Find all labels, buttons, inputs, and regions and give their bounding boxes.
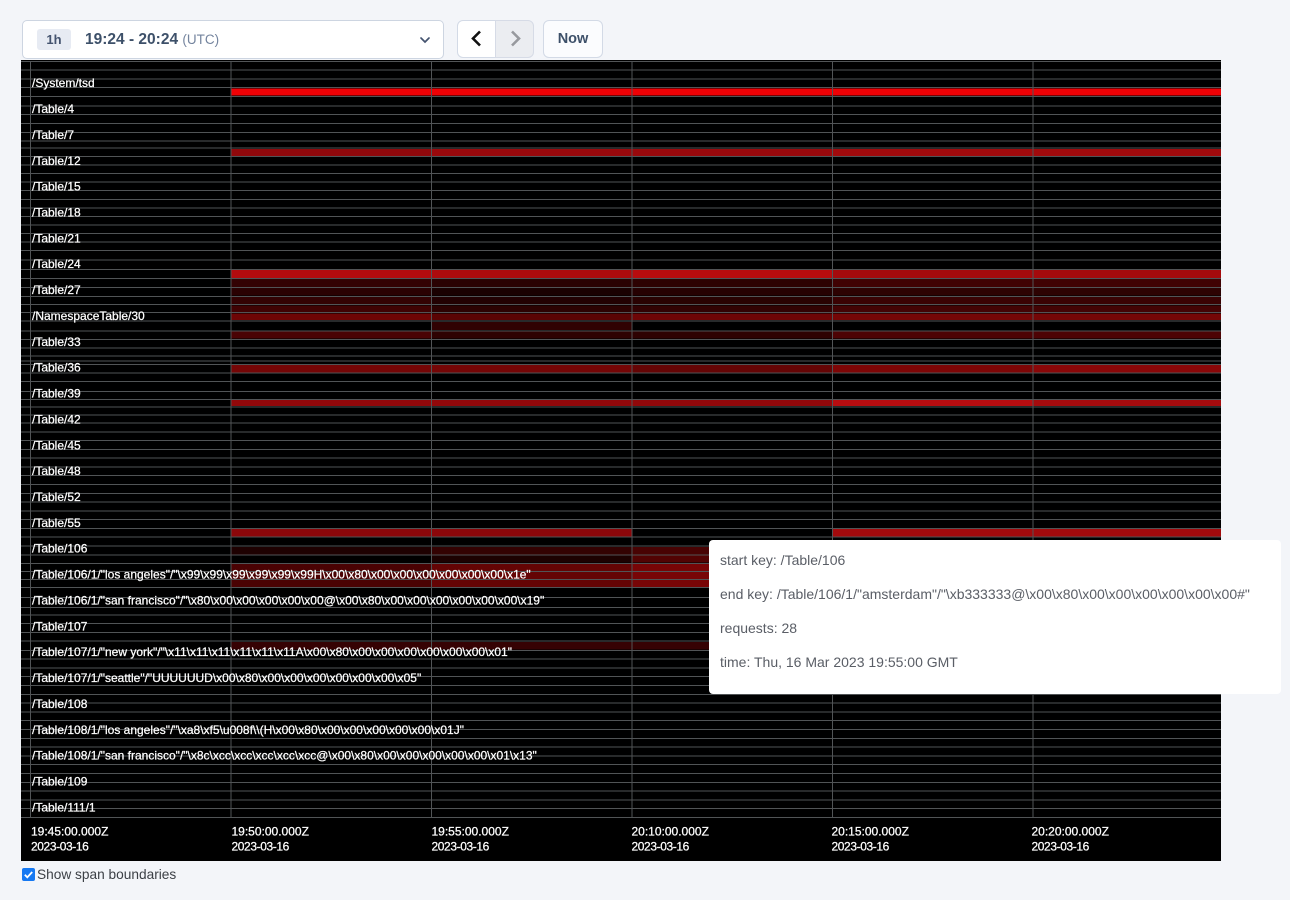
svg-text:20:15:00.000Z: 20:15:00.000Z (832, 825, 909, 839)
svg-text:20:20:00.000Z: 20:20:00.000Z (1032, 825, 1109, 839)
svg-text:/System/tsd: /System/tsd (32, 76, 95, 90)
svg-text:19:55:00.000Z: 19:55:00.000Z (432, 825, 509, 839)
svg-text:/Table/33: /Table/33 (32, 335, 81, 349)
svg-text:/Table/109: /Table/109 (32, 775, 88, 789)
svg-text:/Table/48: /Table/48 (32, 464, 81, 478)
svg-text:/Table/52: /Table/52 (32, 490, 81, 504)
svg-text:/Table/36: /Table/36 (32, 361, 81, 375)
svg-text:/Table/107/1/"new york"/"\x11\: /Table/107/1/"new york"/"\x11\x11\x11\x1… (32, 645, 512, 659)
svg-text:/Table/107/1/"seattle"/"UUUUUU: /Table/107/1/"seattle"/"UUUUUUD\x00\x80\… (32, 671, 421, 685)
svg-text:/Table/55: /Table/55 (32, 516, 81, 530)
svg-text:/Table/21: /Table/21 (32, 231, 81, 245)
svg-text:2023-03-16: 2023-03-16 (832, 840, 890, 854)
svg-text:/Table/111/1: /Table/111/1 (32, 800, 96, 814)
svg-text:/Table/42: /Table/42 (32, 412, 81, 426)
svg-text:/Table/18: /Table/18 (32, 206, 81, 220)
svg-text:/Table/108/1/"los angeles"/"\x: /Table/108/1/"los angeles"/"\xa8\xf5\u00… (32, 723, 464, 737)
svg-text:/Table/106/1/"san francisco"/": /Table/106/1/"san francisco"/"\x80\x00\x… (32, 593, 544, 607)
svg-text:2023-03-16: 2023-03-16 (31, 840, 89, 854)
svg-text:/Table/107: /Table/107 (32, 619, 88, 633)
svg-text:19:45:00.000Z: 19:45:00.000Z (31, 825, 108, 839)
svg-text:2023-03-16: 2023-03-16 (1032, 840, 1090, 854)
svg-text:/Table/24: /Table/24 (32, 257, 81, 271)
svg-text:/Table/45: /Table/45 (32, 438, 81, 452)
svg-text:/Table/106: /Table/106 (32, 542, 88, 556)
svg-text:/Table/108/1/"san francisco"/": /Table/108/1/"san francisco"/"\x8c\xcc\x… (32, 749, 537, 763)
svg-text:/Table/27: /Table/27 (32, 283, 81, 297)
svg-text:2023-03-16: 2023-03-16 (432, 840, 490, 854)
svg-text:/Table/4: /Table/4 (32, 102, 74, 116)
svg-text:19:50:00.000Z: 19:50:00.000Z (232, 825, 309, 839)
svg-text:/Table/106/1/"los angeles"/"\x: /Table/106/1/"los angeles"/"\x99\x99\x99… (32, 568, 531, 582)
svg-text:20:10:00.000Z: 20:10:00.000Z (632, 825, 709, 839)
svg-text:2023-03-16: 2023-03-16 (632, 840, 690, 854)
svg-text:/Table/7: /Table/7 (32, 128, 74, 142)
svg-text:/Table/39: /Table/39 (32, 387, 81, 401)
svg-text:/Table/12: /Table/12 (32, 154, 81, 168)
svg-text:/Table/108: /Table/108 (32, 697, 88, 711)
svg-text:2023-03-16: 2023-03-16 (232, 840, 290, 854)
svg-text:/Table/15: /Table/15 (32, 180, 81, 194)
svg-text:/NamespaceTable/30: /NamespaceTable/30 (32, 309, 145, 323)
